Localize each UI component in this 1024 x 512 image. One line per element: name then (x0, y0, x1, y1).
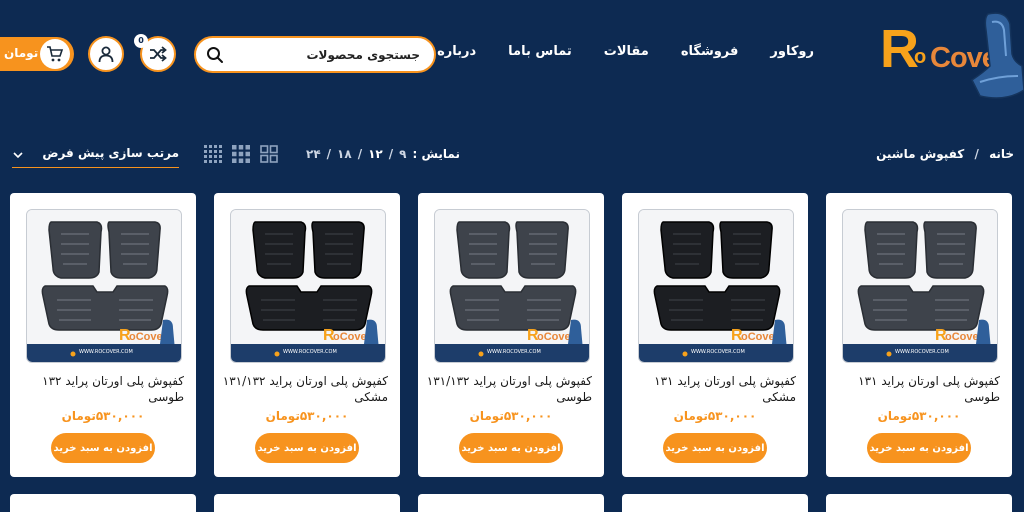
breadcrumb-current: کفپوش ماشین (876, 147, 965, 161)
nav-rocover[interactable]: روکاور (770, 44, 814, 59)
compare-count-badge: 0 (134, 34, 148, 48)
product-card[interactable]: R oCover WWW.ROCOVER.COM کفپوش پلی اورتا… (826, 193, 1012, 477)
sort-selected-value: مرتب سازی پیش فرض (42, 146, 179, 160)
chevron-down-icon (13, 152, 23, 159)
per-page-selector: نمایش : ۹ / ۱۲ / ۱۸ / ۲۴ (306, 147, 460, 161)
floor-mat-image: R oCover (639, 210, 793, 362)
product-card[interactable] (10, 494, 196, 512)
image-watermark-url: WWW.ROCOVER.COM (79, 349, 133, 355)
nav-contact[interactable]: تماس باما (508, 44, 572, 59)
add-to-cart-button[interactable]: افزودن به سبد خرید (459, 433, 563, 463)
product-card[interactable]: R oCover WWW.ROCOVER.COM کفپوش پلی اورتا… (622, 193, 808, 477)
product-image[interactable]: R oCover WWW.ROCOVER.COM (842, 209, 998, 363)
breadcrumb: خانه / کفپوش ماشین (876, 147, 1014, 161)
account-button[interactable] (88, 36, 124, 72)
per-page-separator: / (326, 147, 332, 161)
per-page-label: نمایش : (412, 147, 460, 161)
cart-total-label: تومان (4, 46, 39, 60)
product-card[interactable]: R oCover WWW.ROCOVER.COM کفپوش پلی اورتا… (418, 193, 604, 477)
product-title[interactable]: کفپوش پلی اورتان پراید ۱۳۱/۱۳۲ مشکی (222, 373, 388, 407)
floor-mat-image: R oCover (843, 210, 997, 362)
add-to-cart-button[interactable]: افزودن به سبد خرید (867, 433, 971, 463)
product-title[interactable]: کفپوش پلی اورتان پراید ۱۳۱ مشکی (630, 373, 796, 407)
floor-mat-image: R oCover (27, 210, 181, 362)
search-icon[interactable] (206, 46, 224, 64)
product-card[interactable] (214, 494, 400, 512)
grid-4-icon[interactable] (204, 145, 222, 163)
product-price: ۵۳۰,۰۰۰تومان (265, 409, 349, 423)
nav-shop[interactable]: فروشگاه (681, 44, 739, 59)
breadcrumb-separator: / (974, 147, 979, 161)
rocover-logo[interactable]: R o Cover (874, 4, 1024, 104)
user-icon (98, 46, 114, 63)
product-card[interactable] (622, 494, 808, 512)
per-page-separator: / (388, 147, 394, 161)
breadcrumb-home[interactable]: خانه (989, 147, 1014, 161)
shuffle-icon (150, 46, 167, 62)
add-to-cart-button[interactable]: افزودن به سبد خرید (663, 433, 767, 463)
per-page-option[interactable]: ۹ (399, 147, 406, 161)
sort-dropdown[interactable]: مرتب سازی پیش فرض (12, 146, 179, 168)
product-title[interactable]: کفپوش پلی اورتان پراید ۱۳۱ طوسی (834, 373, 1000, 407)
product-image[interactable]: R oCover WWW.ROCOVER.COM (638, 209, 794, 363)
grid-3-icon[interactable] (232, 145, 250, 163)
product-title[interactable]: کفپوش پلی اورتان پراید ۱۳۲ طوسی (18, 373, 184, 407)
product-image[interactable]: R oCover WWW.ROCOVER.COM (26, 209, 182, 363)
product-title[interactable]: کفپوش پلی اورتان پراید ۱۳۱/۱۳۲ طوسی (426, 373, 592, 407)
grid-2-icon[interactable] (260, 145, 278, 163)
image-watermark-url: WWW.ROCOVER.COM (283, 349, 337, 355)
per-page-option[interactable]: ۱۸ (337, 147, 352, 161)
nav-articles[interactable]: مقالات (604, 44, 649, 59)
search-input[interactable] (240, 45, 420, 65)
product-card[interactable]: R oCover WWW.ROCOVER.COM کفپوش پلی اورتا… (10, 193, 196, 477)
grid-view-switcher (204, 145, 278, 163)
product-image[interactable]: R oCover WWW.ROCOVER.COM (434, 209, 590, 363)
product-image[interactable]: R oCover WWW.ROCOVER.COM (230, 209, 386, 363)
add-to-cart-button[interactable]: افزودن به سبد خرید (255, 433, 359, 463)
image-watermark-url: WWW.ROCOVER.COM (487, 349, 541, 355)
per-page-option-active[interactable]: ۱۲ (368, 147, 383, 161)
product-card[interactable] (826, 494, 1012, 512)
main-nav: روکاور فروشگاه مقالات تماس باما درباره م… (420, 44, 814, 59)
per-page-separator: / (357, 147, 363, 161)
cart-button[interactable]: تومان (0, 37, 74, 71)
cart-icon (47, 46, 64, 62)
search-box (194, 36, 436, 73)
add-to-cart-button[interactable]: افزودن به سبد خرید (51, 433, 155, 463)
product-price: ۵۳۰,۰۰۰تومان (673, 409, 757, 423)
logo-letter-r: R (880, 19, 919, 79)
product-card[interactable] (418, 494, 604, 512)
product-card[interactable]: R oCover WWW.ROCOVER.COM کفپوش پلی اورتا… (214, 193, 400, 477)
site-header: R o Cover روکاور فروشگاه مقالات تماس بام… (0, 0, 1024, 110)
image-watermark-url: WWW.ROCOVER.COM (691, 349, 745, 355)
product-price: ۵۳۰,۰۰۰تومان (61, 409, 145, 423)
floor-mat-image: R oCover (435, 210, 589, 362)
car-seat-icon (971, 12, 1024, 99)
product-price: ۵۳۰,۰۰۰تومان (469, 409, 553, 423)
per-page-option[interactable]: ۲۴ (306, 147, 321, 161)
cart-icon-wrap (40, 39, 70, 69)
image-watermark-url: WWW.ROCOVER.COM (895, 349, 949, 355)
product-price: ۵۳۰,۰۰۰تومان (877, 409, 961, 423)
logo-letter-o: o (914, 46, 927, 68)
floor-mat-image: R oCover (231, 210, 385, 362)
